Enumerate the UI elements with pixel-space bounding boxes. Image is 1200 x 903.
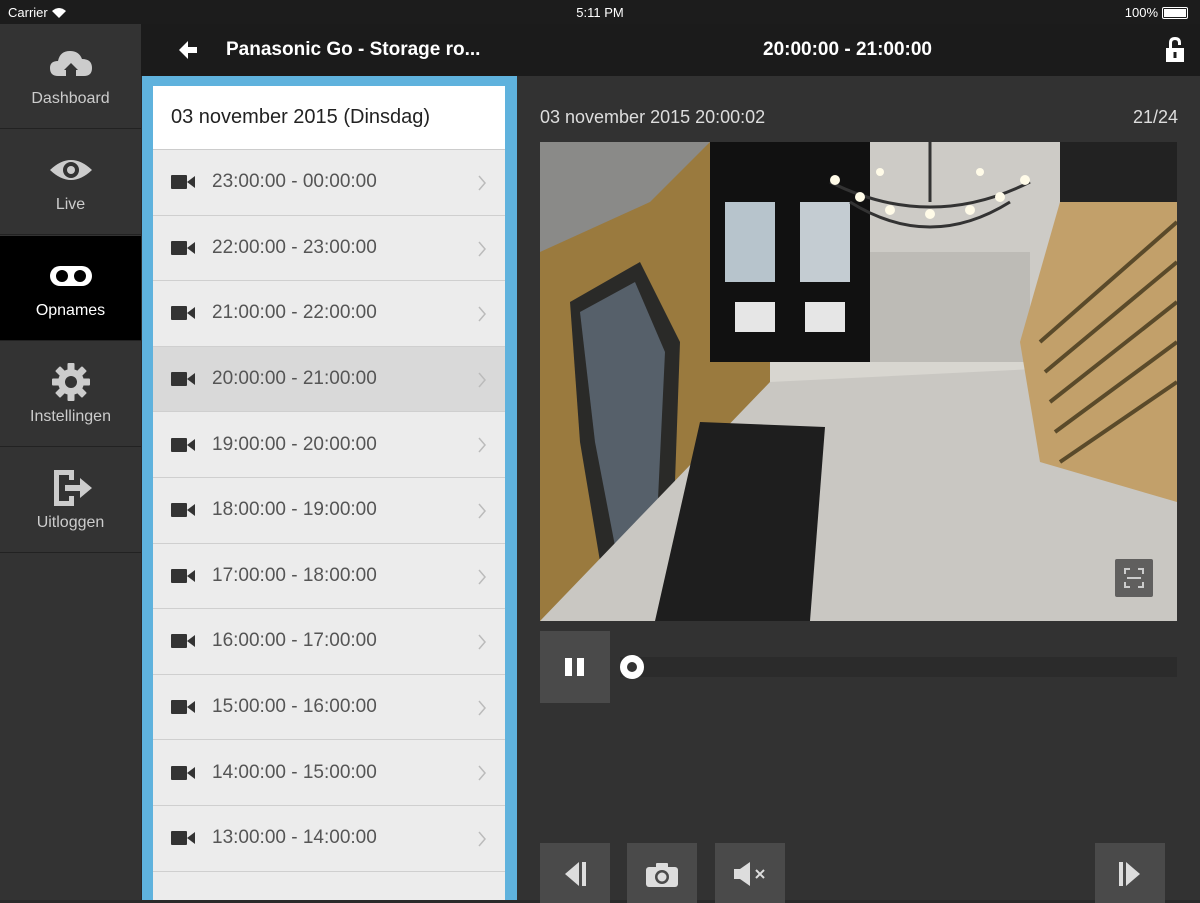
sidebar-item-live[interactable]: Live xyxy=(0,130,141,235)
timeline-track[interactable] xyxy=(620,655,1177,679)
video-frame[interactable] xyxy=(540,142,1177,621)
video-timestamp: 03 november 2015 20:00:02 xyxy=(540,107,766,127)
video-camera-icon xyxy=(171,437,195,452)
video-camera-icon xyxy=(171,306,195,321)
time-range-title: 20:00:00 - 21:00:00 xyxy=(763,39,932,60)
pause-icon xyxy=(565,658,584,676)
sidebar-item-label: Live xyxy=(55,196,86,213)
sidebar: Dashboard Live Opnames Instellingen Uitl… xyxy=(0,24,141,900)
camera-scene xyxy=(540,142,1177,621)
list-item[interactable]: 18:00:00 - 19:00:00 xyxy=(153,477,505,544)
chevron-right-icon xyxy=(478,569,486,585)
status-bar: Carrier 5:11 PM 100% xyxy=(0,0,1200,24)
list-item-label: 22:00:00 - 23:00:00 xyxy=(212,236,377,258)
chevron-right-icon xyxy=(478,372,486,388)
eye-icon xyxy=(49,160,92,180)
battery-icon xyxy=(1162,6,1188,19)
list-date-header: 03 november 2015 (Dinsdag) xyxy=(153,86,505,150)
chevron-right-icon xyxy=(478,700,486,716)
status-time: 5:11 PM xyxy=(576,5,624,20)
list-item-label: 18:00:00 - 19:00:00 xyxy=(212,499,377,521)
video-camera-icon xyxy=(171,831,195,846)
chevron-right-icon xyxy=(478,241,486,257)
video-player: 03 november 2015 20:00:02 21/24 xyxy=(517,76,1200,903)
video-camera-icon xyxy=(171,700,195,715)
video-camera-icon xyxy=(171,240,195,255)
pause-button[interactable] xyxy=(540,631,610,703)
logout-icon xyxy=(53,470,92,506)
battery-label: 100% xyxy=(1124,5,1158,20)
list-item[interactable]: 20:00:00 - 21:00:00 xyxy=(153,346,505,413)
timeline-scrubber[interactable] xyxy=(620,655,644,679)
fullscreen-icon xyxy=(1124,568,1144,588)
previous-button[interactable] xyxy=(540,843,610,903)
sidebar-item-label: Instellingen xyxy=(30,408,111,425)
recording-list: 03 november 2015 (Dinsdag) 23:00:00 - 00… xyxy=(153,86,505,900)
list-item[interactable]: 16:00:00 - 17:00:00 xyxy=(153,609,505,675)
chevron-right-icon xyxy=(478,831,486,847)
list-item-label: 19:00:00 - 20:00:00 xyxy=(212,433,377,455)
recording-counter: 21/24 xyxy=(1132,107,1178,127)
fullscreen-button[interactable] xyxy=(1115,559,1153,597)
video-camera-icon xyxy=(171,372,195,387)
list-item-label: 21:00:00 - 22:00:00 xyxy=(212,302,377,324)
cloud-home-icon xyxy=(49,51,92,76)
chevron-right-icon xyxy=(478,175,486,191)
list-item-label: 20:00:00 - 21:00:00 xyxy=(212,368,377,390)
list-item[interactable]: 22:00:00 - 23:00:00 xyxy=(153,215,505,282)
sidebar-item-label: Uitloggen xyxy=(36,514,105,531)
list-item-label: 17:00:00 - 18:00:00 xyxy=(212,564,377,586)
chevron-right-icon xyxy=(478,765,486,781)
chevron-right-icon xyxy=(478,503,486,519)
list-rows: 23:00:00 - 00:00:00 22:00:00 - 23:00:00 21… xyxy=(153,150,505,872)
page-title: Panasonic Go - Storage ro... xyxy=(226,39,481,60)
gear-icon xyxy=(51,363,90,401)
recording-list-panel: 03 november 2015 (Dinsdag) 23:00:00 - 00… xyxy=(142,76,517,900)
video-camera-icon xyxy=(171,503,195,518)
list-item-label: 13:00:00 - 14:00:00 xyxy=(212,827,377,849)
list-item-label: 15:00:00 - 16:00:00 xyxy=(212,696,377,718)
list-item[interactable]: 13:00:00 - 14:00:00 xyxy=(153,805,505,872)
speaker-muted-icon xyxy=(734,862,765,886)
sidebar-item-dashboard[interactable]: Dashboard xyxy=(0,24,141,129)
battery: 100% xyxy=(1125,5,1188,20)
chevron-right-icon xyxy=(478,634,486,650)
chevron-right-icon xyxy=(478,306,486,322)
playback-controls xyxy=(540,631,1177,703)
mute-button[interactable] xyxy=(715,843,785,903)
list-item-label: 23:00:00 - 00:00:00 xyxy=(212,171,377,193)
video-camera-icon xyxy=(171,765,195,780)
list-item[interactable]: 14:00:00 - 15:00:00 xyxy=(153,740,505,806)
recordings-icon xyxy=(49,266,92,286)
sidebar-item-label: Opnames xyxy=(35,302,106,319)
video-camera-icon xyxy=(171,568,195,583)
chevron-right-icon xyxy=(478,437,486,453)
top-bar: Panasonic Go - Storage ro... 20:00:00 - … xyxy=(141,24,1200,76)
sidebar-item-opnames[interactable]: Opnames xyxy=(0,236,141,341)
video-camera-icon xyxy=(171,634,195,649)
list-item[interactable]: 15:00:00 - 16:00:00 xyxy=(153,674,505,741)
skip-previous-icon xyxy=(565,862,586,886)
list-item-label: 14:00:00 - 15:00:00 xyxy=(212,761,377,783)
sidebar-item-instellingen[interactable]: Instellingen xyxy=(0,342,141,447)
camera-icon xyxy=(646,863,678,887)
sidebar-item-uitloggen[interactable]: Uitloggen xyxy=(0,448,141,553)
list-item-label: 16:00:00 - 17:00:00 xyxy=(212,630,377,652)
list-item[interactable]: 23:00:00 - 00:00:00 xyxy=(153,150,505,216)
video-camera-icon xyxy=(171,175,195,190)
back-arrow-icon[interactable] xyxy=(175,37,201,63)
list-item[interactable]: 17:00:00 - 18:00:00 xyxy=(153,543,505,610)
skip-next-icon xyxy=(1119,862,1140,886)
sidebar-item-label: Dashboard xyxy=(31,90,110,107)
list-item[interactable]: 19:00:00 - 20:00:00 xyxy=(153,412,505,478)
next-button[interactable] xyxy=(1095,843,1165,903)
list-item[interactable]: 21:00:00 - 22:00:00 xyxy=(153,281,505,347)
snapshot-button[interactable] xyxy=(627,843,697,903)
lock-icon[interactable] xyxy=(1164,36,1186,64)
